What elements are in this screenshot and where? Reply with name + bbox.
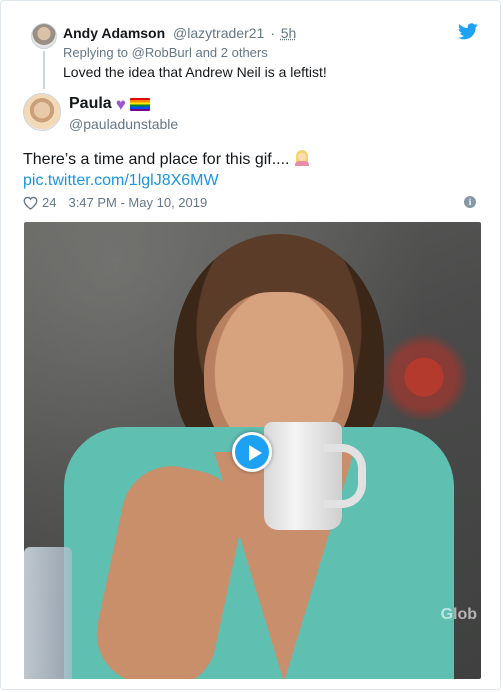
main-tweet-text-line: There’s a time and place for this gif...…	[23, 150, 310, 169]
embedded-tweet-card: Andy Adamson @lazytrader21 · 5h Replying…	[0, 0, 501, 690]
tweet-meta-row: 24 3:47 PM - May 10, 2019	[23, 195, 207, 210]
play-icon[interactable]	[232, 432, 272, 472]
media-link[interactable]: pic.twitter.com/1lglJ8X6MW	[23, 172, 219, 190]
main-tweet-text: There’s a time and place for this gif...…	[23, 151, 290, 168]
tweet-timestamp[interactable]: 3:47 PM - May 10, 2019	[68, 195, 207, 210]
separator-dot: ·	[270, 25, 275, 41]
main-avatar[interactable]	[23, 93, 61, 131]
purple-heart-emoji-icon: ♥	[115, 94, 126, 114]
main-handle[interactable]: @pauladunstable	[69, 116, 178, 132]
parent-handle[interactable]: @lazytrader21	[173, 25, 264, 41]
network-watermark: Glob	[440, 606, 477, 623]
main-display-name[interactable]: Paula	[69, 95, 112, 113]
parent-avatar[interactable]	[31, 23, 57, 49]
red-wall-art	[379, 332, 469, 422]
water-bottle	[24, 547, 72, 679]
woman-shrugging-emoji-icon	[294, 150, 310, 166]
heart-outline-icon[interactable]	[23, 196, 38, 210]
replying-to-line: Replying to @RobBurl and 2 others	[63, 45, 268, 60]
replying-to-user-link[interactable]: @RobBurl	[132, 45, 192, 60]
main-author-line: Paula ♥	[69, 95, 150, 113]
rainbow-flag-emoji-icon	[129, 97, 150, 111]
parent-timestamp[interactable]: 5h	[281, 25, 297, 41]
like-count[interactable]: 24	[42, 195, 56, 210]
parent-tweet-text: Loved the idea that Andrew Neil is a lef…	[63, 64, 327, 80]
replying-prefix: Replying to	[63, 45, 129, 60]
parent-display-name[interactable]: Andy Adamson	[63, 25, 165, 41]
twitter-bird-icon[interactable]	[458, 23, 478, 40]
info-icon[interactable]: i	[464, 196, 476, 208]
parent-author-line: Andy Adamson @lazytrader21 · 5h	[63, 25, 296, 41]
thread-connector-line	[43, 51, 45, 89]
replying-suffix[interactable]: and 2 others	[195, 45, 267, 60]
gif-media-preview[interactable]: Glob	[24, 222, 481, 679]
mug-handle	[324, 444, 366, 508]
